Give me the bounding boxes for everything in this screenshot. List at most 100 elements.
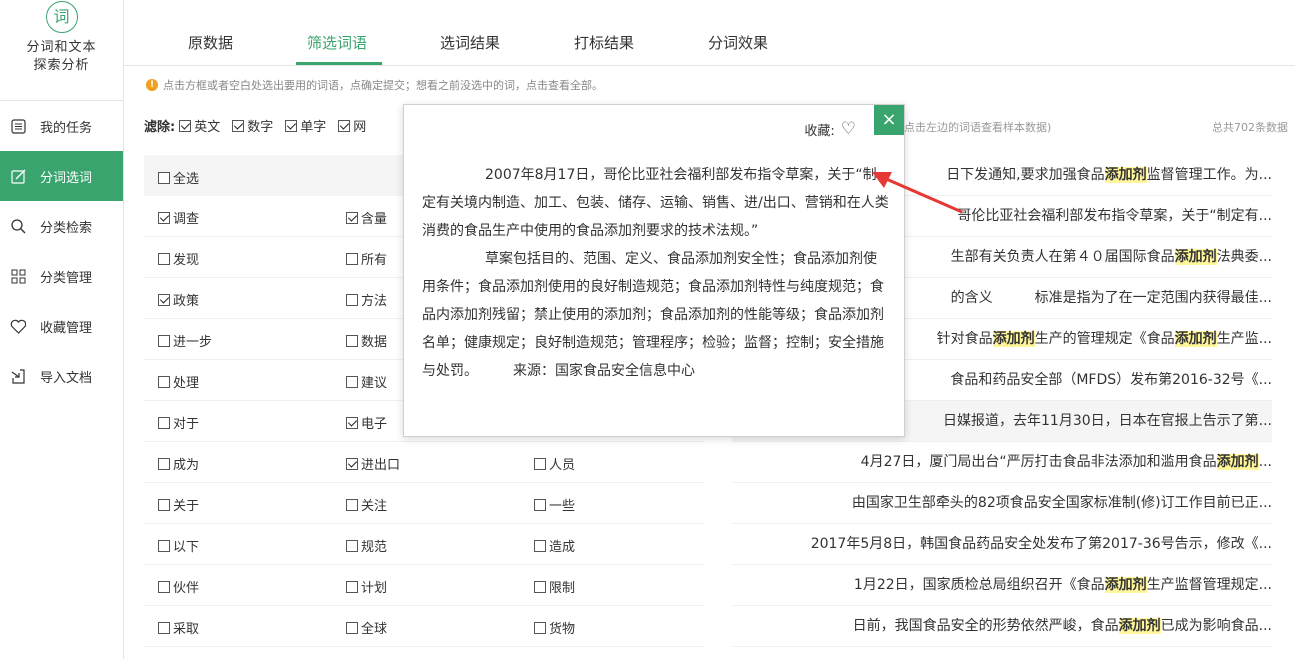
checkbox[interactable] (158, 621, 170, 634)
sample-sentence[interactable]: 1月22日，国家质检总局组织召开《食品添加剂生产监督管理规定... (732, 565, 1272, 606)
word-option[interactable]: 方法 (346, 290, 387, 309)
word-option[interactable]: 成为 (158, 454, 199, 473)
checkbox[interactable] (158, 457, 170, 470)
sentence-text: 哥伦比亚社会福利部发布指令草案，关于“制定有... (957, 208, 1272, 224)
word-option[interactable]: 货物 (534, 618, 575, 637)
word-option[interactable]: 调查 (158, 208, 199, 227)
keyword-highlight: 添加剂 (1104, 577, 1147, 593)
checkbox[interactable] (179, 119, 192, 132)
word-option[interactable]: 所有 (346, 249, 387, 268)
word-option[interactable]: 采取 (158, 618, 199, 637)
checkbox[interactable] (346, 539, 358, 552)
word-option[interactable]: 计划 (346, 577, 387, 596)
favorite-label: 收藏: (804, 123, 835, 139)
filter-option[interactable]: 网 (338, 116, 366, 135)
sidebar-item-1[interactable]: 分词选词 (0, 151, 123, 201)
close-button[interactable]: × (874, 105, 904, 135)
checkbox[interactable] (534, 621, 546, 634)
word-option[interactable]: 以下 (158, 536, 199, 555)
checkbox[interactable] (158, 580, 170, 593)
sidebar-item-label: 我的任务 (40, 120, 93, 136)
checkbox[interactable] (232, 119, 245, 132)
checkbox[interactable] (158, 375, 170, 388)
checkbox[interactable] (158, 293, 170, 306)
sidebar-item-label: 收藏管理 (40, 320, 93, 336)
checkbox[interactable] (158, 211, 170, 224)
sample-sentence[interactable]: 4月27日，厦门局出台“严厉打击食品非法添加和滥用食品添加剂... (732, 442, 1272, 483)
tab-segmentation-effect[interactable]: 分词效果 (708, 32, 768, 53)
keyword-highlight: 添加剂 (992, 331, 1035, 347)
checkbox[interactable] (346, 621, 358, 634)
sentence-text: 2017年5月8日，韩国食品药品安全处发布了第2017-36号告示，修改《... (810, 536, 1272, 552)
word-option[interactable]: 伙伴 (158, 577, 199, 596)
sentence-text: 已成为影响食品... (1160, 618, 1272, 634)
word-option[interactable]: 一些 (534, 495, 575, 514)
word-option[interactable]: 电子 (346, 413, 387, 432)
checkbox[interactable] (346, 457, 358, 470)
filter-option[interactable]: 数字 (232, 116, 273, 135)
checkbox[interactable] (534, 457, 546, 470)
filter-label: 滤除: (144, 120, 176, 135)
tab-selection-result[interactable]: 选词结果 (440, 32, 500, 53)
checkbox[interactable] (346, 416, 358, 429)
word-row: 采取 全球 货物 (144, 606, 704, 647)
filter-option[interactable]: 单字 (285, 116, 326, 135)
checkbox[interactable] (346, 293, 358, 306)
word-option[interactable]: 进出口 (346, 454, 400, 473)
checkbox[interactable] (158, 539, 170, 552)
checkbox[interactable] (346, 252, 358, 265)
checkbox[interactable] (158, 171, 170, 184)
checkbox[interactable] (346, 498, 358, 511)
heart-icon (10, 318, 26, 334)
word-option[interactable]: 全球 (346, 618, 387, 637)
checkbox[interactable] (534, 498, 546, 511)
heart-icon[interactable]: ♡ (841, 119, 856, 139)
sample-sentence[interactable]: 2017年5月8日，韩国食品药品安全处发布了第2017-36号告示，修改《... (732, 524, 1272, 565)
sidebar-item-3[interactable]: 分类管理 (0, 251, 123, 301)
checkbox[interactable] (158, 334, 170, 347)
word-option[interactable]: 关于 (158, 495, 199, 514)
word-option[interactable]: 政策 (158, 290, 199, 309)
checkbox[interactable] (158, 498, 170, 511)
sidebar-item-4[interactable]: 收藏管理 (0, 301, 123, 351)
word-option[interactable]: 含量 (346, 208, 387, 227)
word-option[interactable]: 建议 (346, 372, 387, 391)
warning-icon: ! (146, 79, 158, 91)
checkbox[interactable] (346, 334, 358, 347)
word-option[interactable]: 限制 (534, 577, 575, 596)
sample-sentence[interactable]: 由国家卫生部牵头的82项食品安全国家标准制(修)订工作目前已正... (732, 483, 1272, 524)
word-option[interactable]: 关注 (346, 495, 387, 514)
word-option[interactable]: 造成 (534, 536, 575, 555)
word-option[interactable]: 数据 (346, 331, 387, 350)
word-option[interactable]: 进一步 (158, 331, 212, 350)
list-icon (10, 118, 26, 134)
word-option[interactable]: 规范 (346, 536, 387, 555)
checkbox[interactable] (346, 375, 358, 388)
checkbox[interactable] (534, 539, 546, 552)
sample-sentence[interactable]: 日前，我国食品安全的形势依然严峻，食品添加剂已成为影响食品... (732, 606, 1272, 647)
select-all-checkbox[interactable]: 全选 (158, 168, 199, 187)
word-option[interactable]: 处理 (158, 372, 199, 391)
word-option[interactable]: 对于 (158, 413, 199, 432)
checkbox[interactable] (285, 119, 298, 132)
checkbox[interactable] (158, 252, 170, 265)
favorite-control: 收藏: ♡ (804, 119, 856, 139)
checkbox[interactable] (338, 119, 351, 132)
sidebar-item-0[interactable]: 我的任务 (0, 101, 123, 151)
word-option[interactable]: 发现 (158, 249, 199, 268)
tab-tagging-result[interactable]: 打标结果 (574, 32, 634, 53)
sidebar-item-2[interactable]: 分类检索 (0, 201, 123, 251)
tab-bar: 原数据 筛选词语 选词结果 打标结果 分词效果 (124, 0, 1295, 66)
tab-raw-data[interactable]: 原数据 (188, 32, 233, 53)
sidebar-item-5[interactable]: 导入文档 (0, 351, 123, 401)
sentence-text: 针对食品 (936, 331, 993, 347)
checkbox[interactable] (158, 416, 170, 429)
checkbox[interactable] (534, 580, 546, 593)
tab-filter-words[interactable]: 筛选词语 (307, 32, 367, 53)
checkbox[interactable] (346, 211, 358, 224)
filter-option[interactable]: 英文 (179, 116, 220, 135)
red-arrow-icon (872, 172, 963, 214)
checkbox[interactable] (346, 580, 358, 593)
word-option[interactable]: 人员 (534, 454, 575, 473)
sentence-text: 监督管理工作。为... (1146, 167, 1272, 183)
